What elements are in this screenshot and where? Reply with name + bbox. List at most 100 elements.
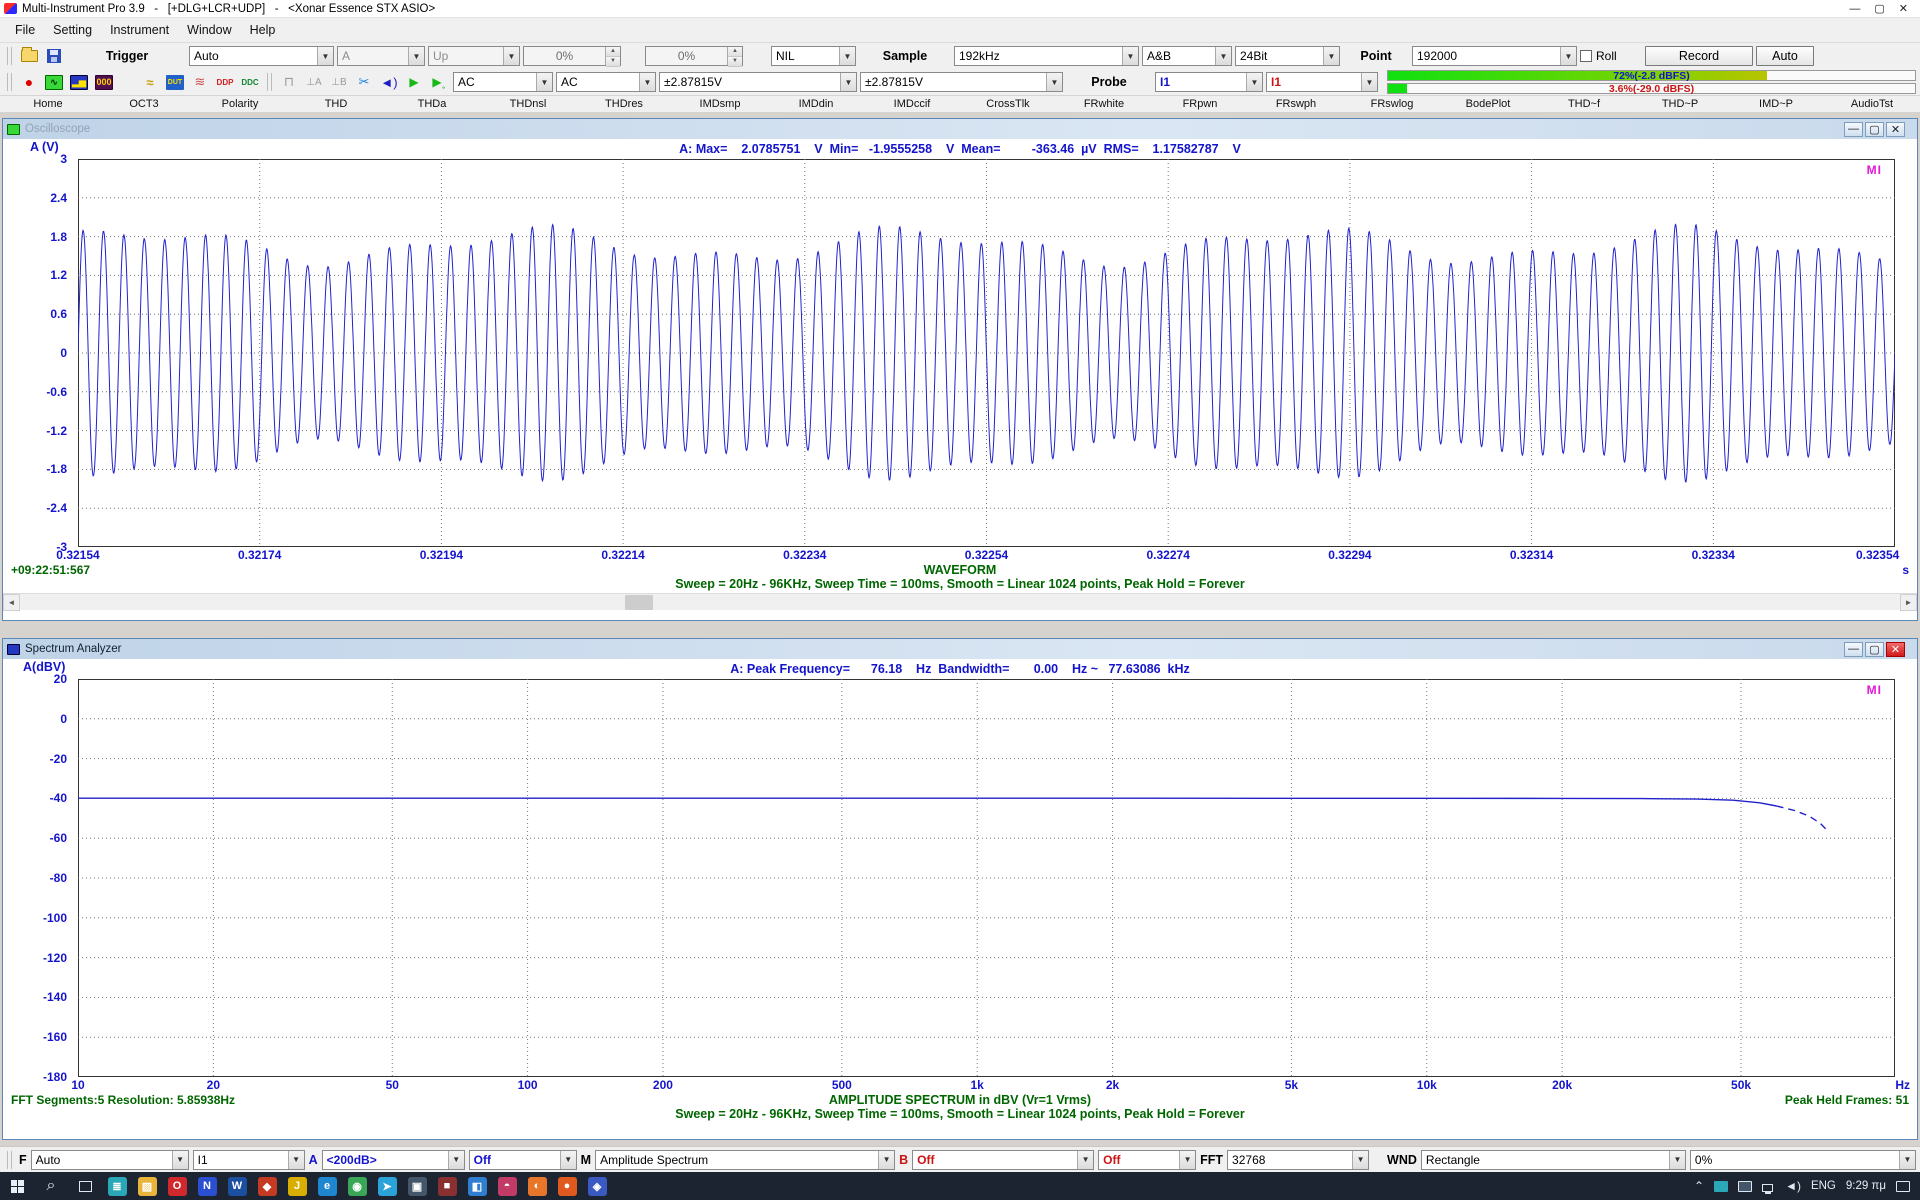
trigger-source-select[interactable]: A▼ (337, 46, 425, 66)
tab-imdccif[interactable]: IMDccif (864, 96, 960, 112)
taskbar-app-bluered[interactable]: ◈ (582, 1172, 612, 1200)
trigger-mode-select[interactable]: Auto▼ (189, 46, 334, 66)
chevron-up-icon[interactable]: ⌃ (1694, 1179, 1704, 1193)
trigger-hpf-select[interactable]: NIL▼ (771, 46, 856, 66)
taskbar-app-yellow[interactable]: J (282, 1172, 312, 1200)
trigger-level-spinner[interactable]: 0% ▲▼ (523, 46, 621, 66)
tab-frswlog[interactable]: FRswlog (1344, 96, 1440, 112)
device-test-plan-icon[interactable]: DUT (164, 72, 186, 92)
taskbar-app-opera[interactable]: O (162, 1172, 192, 1200)
taskbar-app-teal-doc[interactable]: ≣ (102, 1172, 132, 1200)
volume-icon[interactable]: ◄) (1785, 1179, 1801, 1193)
language-indicator[interactable]: ENG (1811, 1180, 1836, 1192)
menu-instrument[interactable]: Instrument (101, 20, 178, 40)
run-icon[interactable]: ▶ (403, 72, 425, 92)
probe-b-select[interactable]: I1▼ (1266, 72, 1378, 92)
menu-file[interactable]: File (6, 20, 44, 40)
oscilloscope-icon[interactable]: ∿ (43, 72, 65, 92)
reference-b-icon[interactable]: ⊥B (328, 72, 350, 92)
tab-thdnsl[interactable]: THDnsl (480, 96, 576, 112)
spinner-arrows-icon[interactable]: ▲▼ (727, 47, 742, 65)
sample-channels-select[interactable]: A&B▼ (1142, 46, 1232, 66)
tab-thd~p[interactable]: THD~P (1632, 96, 1728, 112)
minimize-button[interactable]: — (1849, 3, 1860, 15)
hold-icon[interactable]: ⊓ (278, 72, 300, 92)
taskbar-app-telegram[interactable]: ➤ (372, 1172, 402, 1200)
network-icon[interactable] (1762, 1181, 1775, 1192)
trigger-delay-spinner[interactable]: 0% ▲▼ (645, 46, 743, 66)
task-view-button[interactable] (68, 1172, 102, 1200)
minimize-button[interactable]: — (1844, 122, 1863, 137)
scroll-left-arrow[interactable]: ◄ (3, 594, 20, 611)
menu-help[interactable]: Help (241, 20, 285, 40)
sample-rate-select[interactable]: 192kHz▼ (954, 46, 1139, 66)
maximize-button[interactable]: ▢ (1865, 642, 1884, 657)
probe-a-select[interactable]: I1▼ (1155, 72, 1263, 92)
ddp-viewer-icon[interactable]: DDP (214, 72, 236, 92)
multimeter-icon[interactable]: 000 (93, 72, 115, 92)
taskbar-app-maroon[interactable]: ■ (432, 1172, 462, 1200)
sample-bits-select[interactable]: 24Bit▼ (1235, 46, 1340, 66)
derived-data-curve-icon[interactable]: ≋ (189, 72, 211, 92)
f-probe-select[interactable]: I1▼ (193, 1150, 305, 1170)
minimize-button[interactable]: — (1844, 642, 1863, 657)
tab-crosstlk[interactable]: CrossTlk (960, 96, 1056, 112)
toolbar-grip[interactable] (7, 1151, 12, 1169)
b-range-select[interactable]: Off▼ (912, 1150, 1094, 1170)
m-mode-select[interactable]: Amplitude Spectrum▼ (595, 1150, 895, 1170)
tab-frwhite[interactable]: FRwhite (1056, 96, 1152, 112)
taskbar-app-edge[interactable]: e (312, 1172, 342, 1200)
taskbar-app-redblue[interactable]: ◓ (492, 1172, 522, 1200)
scroll-right-arrow[interactable]: ► (1900, 594, 1917, 611)
oscilloscope-plot[interactable] (78, 159, 1895, 547)
taskbar-app-monitor[interactable]: ▣ (402, 1172, 432, 1200)
maximize-button[interactable]: ▢ (1865, 122, 1884, 137)
range-b-select[interactable]: ±2.87815V▼ (860, 72, 1063, 92)
a-processing-select[interactable]: Off▼ (469, 1150, 577, 1170)
record-button[interactable]: Record (1645, 46, 1753, 66)
tab-imdsmp[interactable]: IMDsmp (672, 96, 768, 112)
overlap-select[interactable]: 0%▼ (1690, 1150, 1916, 1170)
coupling-a-select[interactable]: AC▼ (453, 72, 553, 92)
f-mode-select[interactable]: Auto▼ (31, 1150, 189, 1170)
taskbar-app-vscode[interactable]: ◧ (462, 1172, 492, 1200)
a-range-select[interactable]: <200dB>▼ (322, 1150, 465, 1170)
clock[interactable]: 9:29 πμ (1846, 1180, 1886, 1192)
tab-home[interactable]: Home (0, 96, 96, 112)
menu-window[interactable]: Window (178, 20, 240, 40)
menu-setting[interactable]: Setting (44, 20, 101, 40)
sound-output-icon[interactable]: ◄) (378, 72, 400, 92)
reference-a-icon[interactable]: ⊥A (303, 72, 325, 92)
taskbar-app-blue-n[interactable]: N (192, 1172, 222, 1200)
wnd-type-select[interactable]: Rectangle▼ (1421, 1150, 1686, 1170)
osc-horizontal-scrollbar[interactable]: ◄ ► (3, 593, 1917, 610)
tab-oct3[interactable]: OCT3 (96, 96, 192, 112)
tab-thd~f[interactable]: THD~f (1536, 96, 1632, 112)
spectrum-titlebar[interactable]: Spectrum Analyzer — ▢ ✕ (3, 639, 1917, 659)
oscilloscope-titlebar[interactable]: Oscilloscope — ▢ ✕ (3, 119, 1917, 139)
close-button[interactable]: ✕ (1886, 122, 1905, 137)
b-processing-select[interactable]: Off▼ (1098, 1150, 1196, 1170)
range-a-select[interactable]: ±2.87815V▼ (659, 72, 857, 92)
tab-thda[interactable]: THDa (384, 96, 480, 112)
taskbar-app-chrome[interactable]: ◉ (342, 1172, 372, 1200)
start-button[interactable] (0, 1172, 34, 1200)
scrollbar-thumb[interactable] (625, 595, 653, 610)
fft-size-select[interactable]: 32768▼ (1227, 1150, 1369, 1170)
toolbar-grip[interactable] (7, 73, 12, 91)
maximize-button[interactable]: ▢ (1874, 2, 1884, 15)
tab-thd[interactable]: THD (288, 96, 384, 112)
toolbar-grip[interactable] (7, 47, 12, 65)
ddc-viewer-icon[interactable]: DDC (239, 72, 261, 92)
tab-imddin[interactable]: IMDdin (768, 96, 864, 112)
spinner-arrows-icon[interactable]: ▲▼ (605, 47, 620, 65)
coupling-b-select[interactable]: AC▼ (556, 72, 656, 92)
close-button[interactable]: ✕ (1886, 642, 1905, 657)
tab-audiotst[interactable]: AudioTst (1824, 96, 1920, 112)
roll-checkbox[interactable] (1580, 50, 1592, 62)
run-loop-icon[interactable]: ▶˳ (428, 72, 450, 92)
taskbar-app-red[interactable]: ◆ (252, 1172, 282, 1200)
tray-app-icon[interactable] (1738, 1181, 1752, 1192)
record-run-icon[interactable]: ● (18, 72, 40, 92)
taskbar-app-folder[interactable]: ▨ (132, 1172, 162, 1200)
